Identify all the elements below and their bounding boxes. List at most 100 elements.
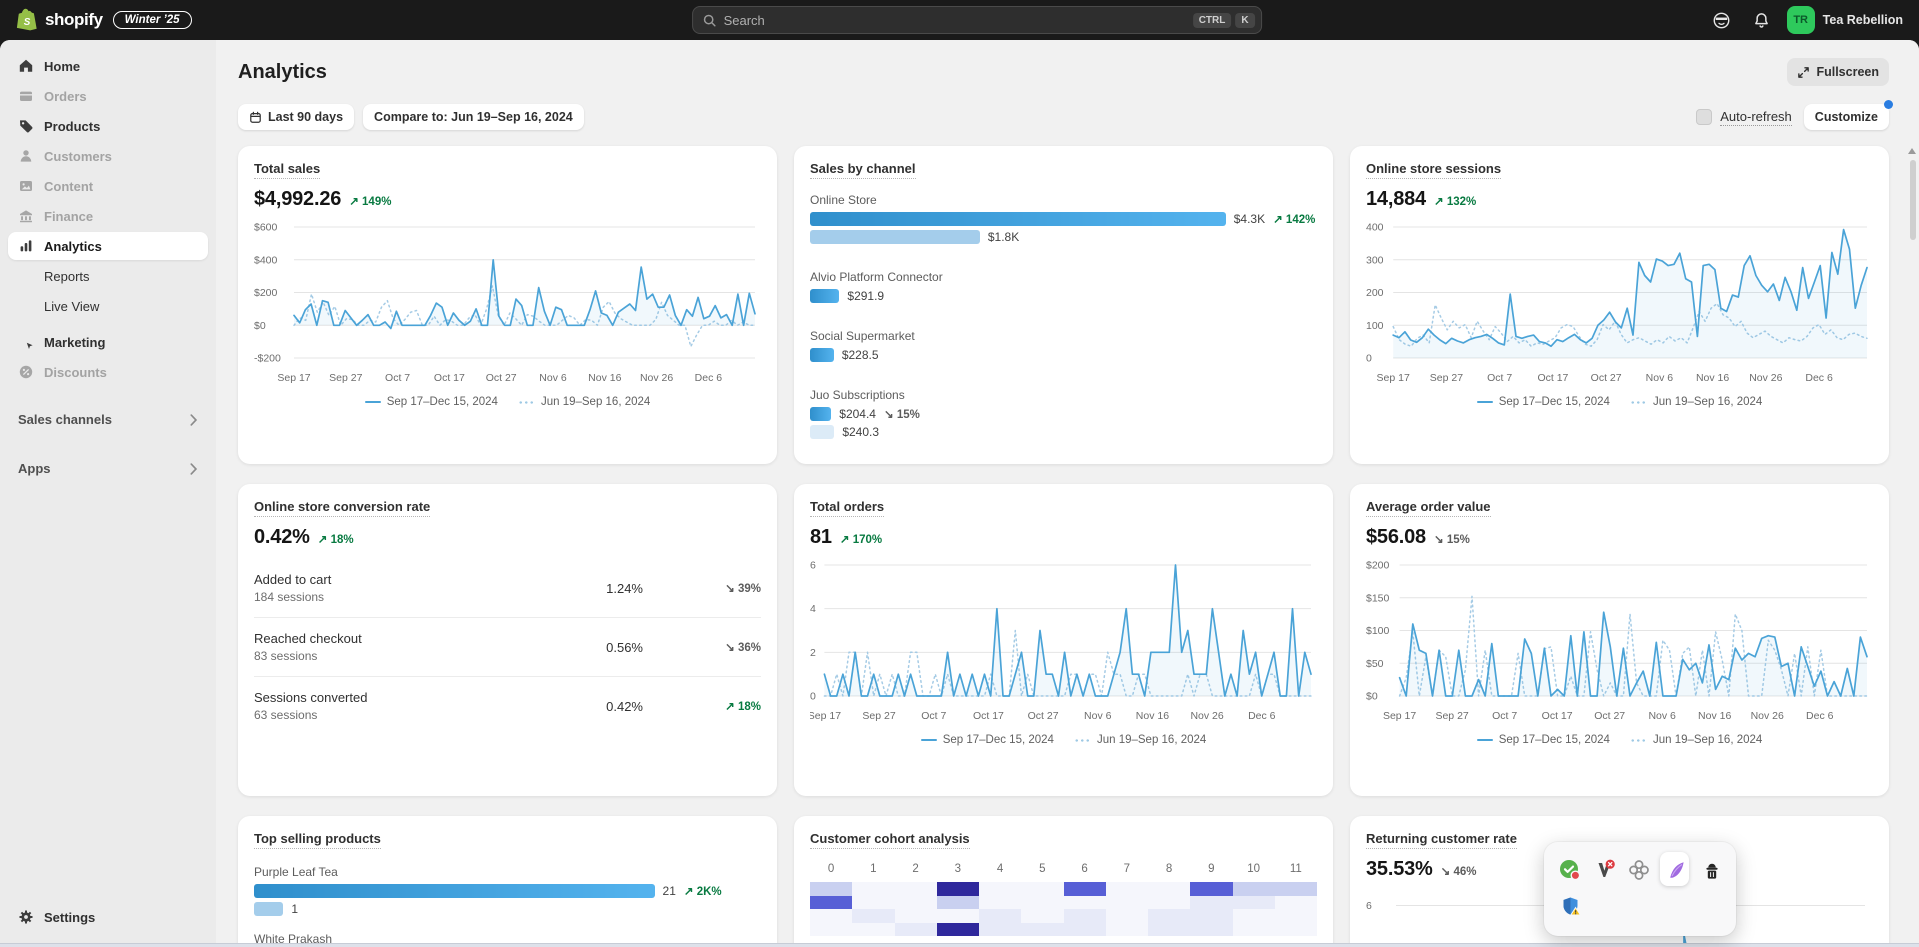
sidebar-item-settings[interactable]: Settings	[8, 903, 208, 931]
cohort-cell[interactable]	[810, 923, 852, 937]
cohort-cell[interactable]	[895, 923, 937, 937]
cohort-cell[interactable]	[937, 923, 979, 937]
cohort-cell[interactable]	[1233, 923, 1275, 937]
cohort-cell[interactable]	[1148, 882, 1190, 896]
svg-text:Sep 17: Sep 17	[1377, 372, 1410, 384]
cohort-cell[interactable]	[810, 909, 852, 923]
cohort-cell[interactable]	[1190, 909, 1232, 923]
auto-refresh-checkbox[interactable]	[1696, 109, 1712, 125]
extension-shield-warning-icon[interactable]	[1556, 891, 1586, 921]
sidebar-section-apps[interactable]: Apps	[8, 461, 208, 476]
metric-title-sessions[interactable]: Online store sessions	[1366, 161, 1501, 179]
account-menu[interactable]: TR Tea Rebellion	[1787, 6, 1903, 34]
sidebar-section-sales-channels[interactable]: Sales channels	[8, 412, 208, 427]
sidekick-button[interactable]	[1707, 5, 1737, 35]
cohort-cell[interactable]	[937, 909, 979, 923]
cohort-cell[interactable]	[937, 882, 979, 896]
cohort-cell[interactable]	[895, 882, 937, 896]
cohort-cell[interactable]	[852, 909, 894, 923]
date-range-button[interactable]: Last 90 days	[238, 104, 354, 130]
sidebar-item-live-view[interactable]: Live View	[8, 292, 208, 320]
cohort-cell[interactable]	[1190, 896, 1232, 910]
cohort-cell[interactable]	[1148, 896, 1190, 910]
extension-feather-icon[interactable]	[1660, 852, 1689, 886]
conversion-step-label: Sessions converted	[254, 690, 583, 705]
cohort-cell[interactable]	[979, 909, 1021, 923]
customize-button[interactable]: Customize	[1804, 104, 1889, 130]
cohort-cell[interactable]	[1064, 896, 1106, 910]
metric-title-cohort[interactable]: Customer cohort analysis	[810, 831, 970, 849]
channel-current-value: $4.3K	[1234, 212, 1265, 226]
cohort-cell[interactable]	[1275, 909, 1317, 923]
cohort-cell[interactable]	[852, 923, 894, 937]
cohort-cell[interactable]	[979, 896, 1021, 910]
sidebar-item-products[interactable]: Products	[8, 112, 208, 140]
metric-title-orders[interactable]: Total orders	[810, 499, 884, 517]
metric-title-aov[interactable]: Average order value	[1366, 499, 1491, 517]
svg-text:$150: $150	[1366, 592, 1390, 604]
svg-text:300: 300	[1366, 254, 1384, 266]
cohort-cell[interactable]	[1233, 882, 1275, 896]
shopify-logo[interactable]: S shopify	[16, 8, 103, 32]
cohort-cell[interactable]	[810, 882, 852, 896]
cohort-cell[interactable]	[1106, 896, 1148, 910]
cohort-cell[interactable]	[1021, 909, 1063, 923]
cohort-cell[interactable]	[1148, 923, 1190, 937]
metric-title-conversion[interactable]: Online store conversion rate	[254, 499, 430, 517]
search-bar[interactable]: CTRL K	[692, 6, 1262, 34]
cohort-cell[interactable]	[979, 923, 1021, 937]
version-badge: Winter ’25	[113, 11, 192, 29]
product-name: Purple Leaf Tea	[254, 865, 761, 879]
svg-text:0: 0	[1366, 353, 1372, 365]
cohort-cell[interactable]	[1021, 882, 1063, 896]
cohort-cell[interactable]	[1106, 909, 1148, 923]
cohort-cell[interactable]	[1106, 882, 1148, 896]
cohort-cell[interactable]	[852, 896, 894, 910]
fullscreen-button[interactable]: Fullscreen	[1787, 58, 1889, 86]
cohort-cell[interactable]	[1064, 909, 1106, 923]
cohort-cell[interactable]	[1021, 896, 1063, 910]
sidebar-item-marketing[interactable]: Marketing	[8, 328, 208, 356]
extension-knot-icon[interactable]	[1625, 854, 1651, 884]
search-input[interactable]	[724, 13, 1189, 28]
channel-previous-row: $1.8K	[810, 230, 1317, 244]
cohort-cell[interactable]	[1064, 882, 1106, 896]
sidebar-item-orders: Orders	[8, 82, 208, 110]
scrollbar-thumb[interactable]	[1910, 160, 1916, 240]
channel-current-bar	[810, 289, 839, 303]
cohort-cell[interactable]	[1233, 896, 1275, 910]
cohort-cell[interactable]	[852, 882, 894, 896]
cohort-cell[interactable]	[979, 882, 1021, 896]
metric-title-returning[interactable]: Returning customer rate	[1366, 831, 1517, 849]
sidebar-item-analytics[interactable]: Analytics	[8, 232, 208, 260]
cohort-column-header: 3	[937, 863, 979, 875]
cohort-cell[interactable]	[810, 896, 852, 910]
extension-privacy-check-icon[interactable]	[1556, 854, 1582, 884]
cohort-cell[interactable]	[937, 896, 979, 910]
cohort-cell[interactable]	[1275, 882, 1317, 896]
cohort-cell[interactable]	[1148, 909, 1190, 923]
cohort-cell[interactable]	[1233, 909, 1275, 923]
cohort-cell[interactable]	[1064, 923, 1106, 937]
notifications-button[interactable]	[1747, 5, 1777, 35]
scrollbar-up-arrow[interactable]	[1908, 148, 1916, 154]
cohort-cell[interactable]	[1021, 923, 1063, 937]
metric-title-sales-by-channel[interactable]: Sales by channel	[810, 161, 916, 179]
extension-trash-icon[interactable]	[1698, 854, 1724, 884]
sidebar-item-reports[interactable]: Reports	[8, 262, 208, 290]
cohort-cell[interactable]	[1190, 882, 1232, 896]
svg-text:4: 4	[810, 603, 816, 615]
cohort-cell[interactable]	[1106, 923, 1148, 937]
cohort-cell[interactable]	[895, 909, 937, 923]
cohort-cell[interactable]	[895, 896, 937, 910]
cohort-cell[interactable]	[1190, 923, 1232, 937]
compare-button[interactable]: Compare to: Jun 19–Sep 16, 2024	[363, 104, 584, 130]
metric-title-total-sales[interactable]: Total sales	[254, 161, 320, 179]
extension-v-blocked-icon[interactable]	[1591, 854, 1617, 884]
cohort-cell[interactable]	[1275, 923, 1317, 937]
cohort-column-header: 0	[810, 863, 852, 875]
auto-refresh-toggle[interactable]: Auto-refresh	[1696, 109, 1792, 126]
metric-title-top-products[interactable]: Top selling products	[254, 831, 381, 849]
cohort-cell[interactable]	[1275, 896, 1317, 910]
sidebar-item-home[interactable]: Home	[8, 52, 208, 80]
